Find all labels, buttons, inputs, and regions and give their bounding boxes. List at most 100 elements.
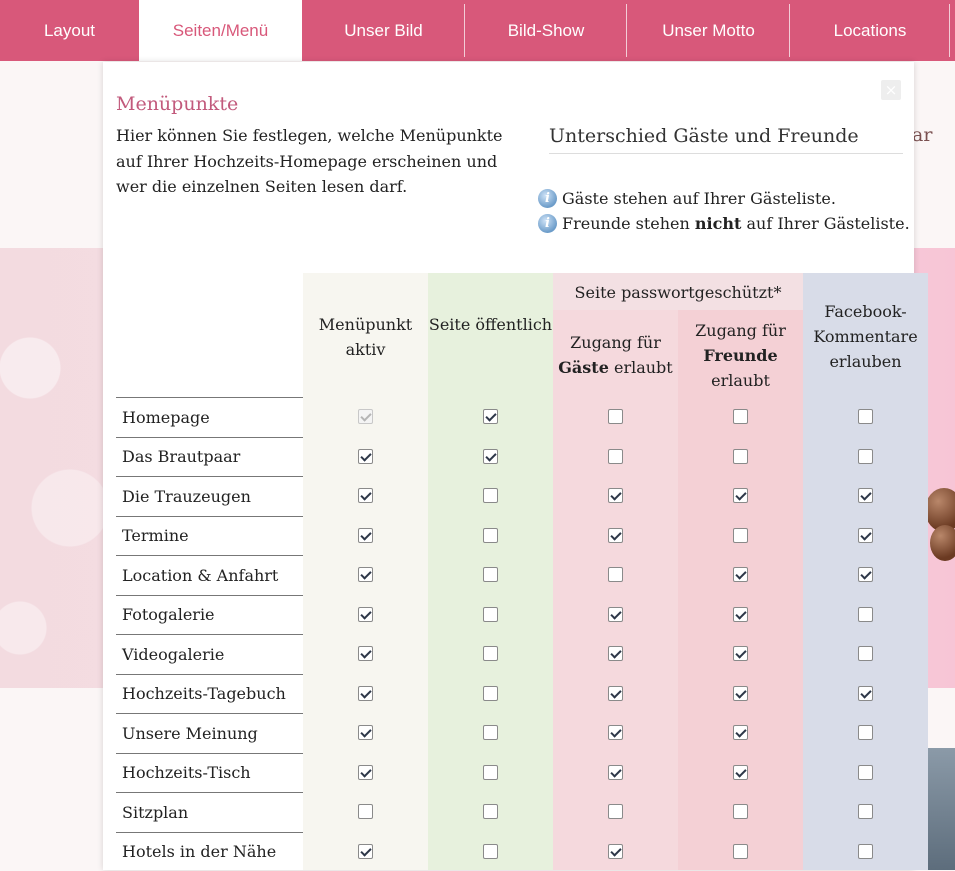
header-public: Seite öffentlich xyxy=(428,312,553,337)
info-guests-text: Gäste stehen auf Ihrer Gästeliste. xyxy=(562,189,836,208)
header-guests-line2: Gäste erlaubt xyxy=(553,355,678,380)
difference-heading: Unterschied Gäste und Freunde xyxy=(549,125,903,154)
checkbox-friends[interactable] xyxy=(733,765,748,780)
info-icon: i xyxy=(538,189,557,208)
checkbox-facebook[interactable] xyxy=(858,765,873,780)
checkbox-friends[interactable] xyxy=(733,488,748,503)
checkbox-guests[interactable] xyxy=(608,528,623,543)
checkbox-active[interactable] xyxy=(358,449,373,464)
background-text: ar xyxy=(912,124,932,146)
checkbox-active[interactable] xyxy=(358,765,373,780)
tab-locations[interactable]: Locations xyxy=(790,0,950,61)
info-friends-text-pre: Freunde stehen xyxy=(562,214,695,233)
checkbox-guests[interactable] xyxy=(608,725,623,740)
checkbox-friends[interactable] xyxy=(733,725,748,740)
tab-unser-motto[interactable]: Unser Motto xyxy=(627,0,790,61)
checkbox-facebook[interactable] xyxy=(858,567,873,582)
checkbox-friends[interactable] xyxy=(733,844,748,859)
checkbox-friends[interactable] xyxy=(733,567,748,582)
header-friends-line2: Freunde xyxy=(678,343,803,368)
header-friends: Zugang für Freunde erlaubt xyxy=(678,318,803,393)
checkbox-facebook[interactable] xyxy=(858,488,873,503)
checkbox-guests[interactable] xyxy=(608,765,623,780)
header-protected-group: Seite passwortgeschützt* xyxy=(553,280,803,305)
tab-layout[interactable]: Layout xyxy=(0,0,139,61)
checkbox-active[interactable] xyxy=(358,646,373,661)
checkbox-facebook[interactable] xyxy=(858,409,873,424)
checkbox-public[interactable] xyxy=(483,449,498,464)
checkbox-active[interactable] xyxy=(358,686,373,701)
header-friends-line1: Zugang für xyxy=(678,318,803,343)
info-friends-text-bold: nicht xyxy=(695,214,741,233)
checkbox-friends[interactable] xyxy=(733,607,748,622)
checkbox-active[interactable] xyxy=(358,804,373,819)
checkbox-facebook[interactable] xyxy=(858,607,873,622)
row-label: Hochzeits-Tagebuch xyxy=(116,674,303,714)
checkbox-public[interactable] xyxy=(483,765,498,780)
checkbox-public[interactable] xyxy=(483,686,498,701)
info-guests: i Gäste stehen auf Ihrer Gästeliste. xyxy=(538,189,836,208)
checkbox-facebook[interactable] xyxy=(858,686,873,701)
row-label: Hochzeits-Tisch xyxy=(116,753,303,793)
header-guests-line1: Zugang für xyxy=(553,330,678,355)
header-facebook: Facebook-Kommentare erlauben xyxy=(803,299,928,374)
checkbox-public[interactable] xyxy=(483,567,498,582)
row-label: Hotels in der Nähe xyxy=(116,832,303,871)
checkbox-active[interactable] xyxy=(358,488,373,503)
checkbox-public[interactable] xyxy=(483,488,498,503)
checkbox-guests[interactable] xyxy=(608,804,623,819)
row-label: Termine xyxy=(116,516,303,556)
tab-bild-show[interactable]: Bild-Show xyxy=(465,0,627,61)
row-label: Location & Anfahrt xyxy=(116,555,303,595)
header-guests-bold: Gäste xyxy=(558,358,609,377)
header-guests: Zugang für Gäste erlaubt xyxy=(553,330,678,380)
checkbox-facebook[interactable] xyxy=(858,804,873,819)
checkbox-friends[interactable] xyxy=(733,409,748,424)
checkbox-public[interactable] xyxy=(483,607,498,622)
checkbox-guests[interactable] xyxy=(608,409,623,424)
tab-partial[interactable] xyxy=(950,0,955,61)
checkbox-guests[interactable] xyxy=(608,607,623,622)
checkbox-guests[interactable] xyxy=(608,844,623,859)
row-label: Die Trauzeugen xyxy=(116,476,303,516)
info-friends: i Freunde stehen nicht auf Ihrer Gästeli… xyxy=(538,214,910,233)
checkbox-facebook[interactable] xyxy=(858,725,873,740)
column-friends-bg xyxy=(678,310,803,870)
row-label: Unsere Meinung xyxy=(116,713,303,753)
checkbox-active[interactable] xyxy=(358,528,373,543)
checkbox-public[interactable] xyxy=(483,646,498,661)
checkbox-public[interactable] xyxy=(483,528,498,543)
checkbox-active[interactable] xyxy=(358,725,373,740)
checkbox-guests[interactable] xyxy=(608,488,623,503)
checkbox-guests[interactable] xyxy=(608,449,623,464)
checkbox-guests[interactable] xyxy=(608,686,623,701)
background-chocolate xyxy=(930,525,955,561)
checkbox-active[interactable] xyxy=(358,844,373,859)
checkbox-friends[interactable] xyxy=(733,528,748,543)
checkbox-facebook[interactable] xyxy=(858,449,873,464)
checkbox-facebook[interactable] xyxy=(858,844,873,859)
dialog-title: Menüpunkte xyxy=(116,93,238,115)
checkbox-facebook[interactable] xyxy=(858,528,873,543)
tab-unser-bild[interactable]: Unser Bild xyxy=(302,0,465,61)
checkbox-friends[interactable] xyxy=(733,686,748,701)
checkbox-public[interactable] xyxy=(483,725,498,740)
checkbox-public[interactable] xyxy=(483,804,498,819)
header-friends-line3: erlaubt xyxy=(678,368,803,393)
checkbox-active xyxy=(358,409,373,424)
close-button[interactable]: × xyxy=(881,80,901,100)
checkbox-friends[interactable] xyxy=(733,646,748,661)
checkbox-active[interactable] xyxy=(358,567,373,582)
checkbox-friends[interactable] xyxy=(733,449,748,464)
checkbox-guests[interactable] xyxy=(608,567,623,582)
row-label: Homepage xyxy=(116,397,303,437)
checkbox-public[interactable] xyxy=(483,409,498,424)
row-label: Sitzplan xyxy=(116,792,303,832)
checkbox-public[interactable] xyxy=(483,844,498,859)
tab-seiten-menu[interactable]: Seiten/Menü xyxy=(139,0,302,61)
checkbox-active[interactable] xyxy=(358,607,373,622)
checkbox-facebook[interactable] xyxy=(858,646,873,661)
row-label: Videogalerie xyxy=(116,634,303,674)
checkbox-friends[interactable] xyxy=(733,804,748,819)
checkbox-guests[interactable] xyxy=(608,646,623,661)
